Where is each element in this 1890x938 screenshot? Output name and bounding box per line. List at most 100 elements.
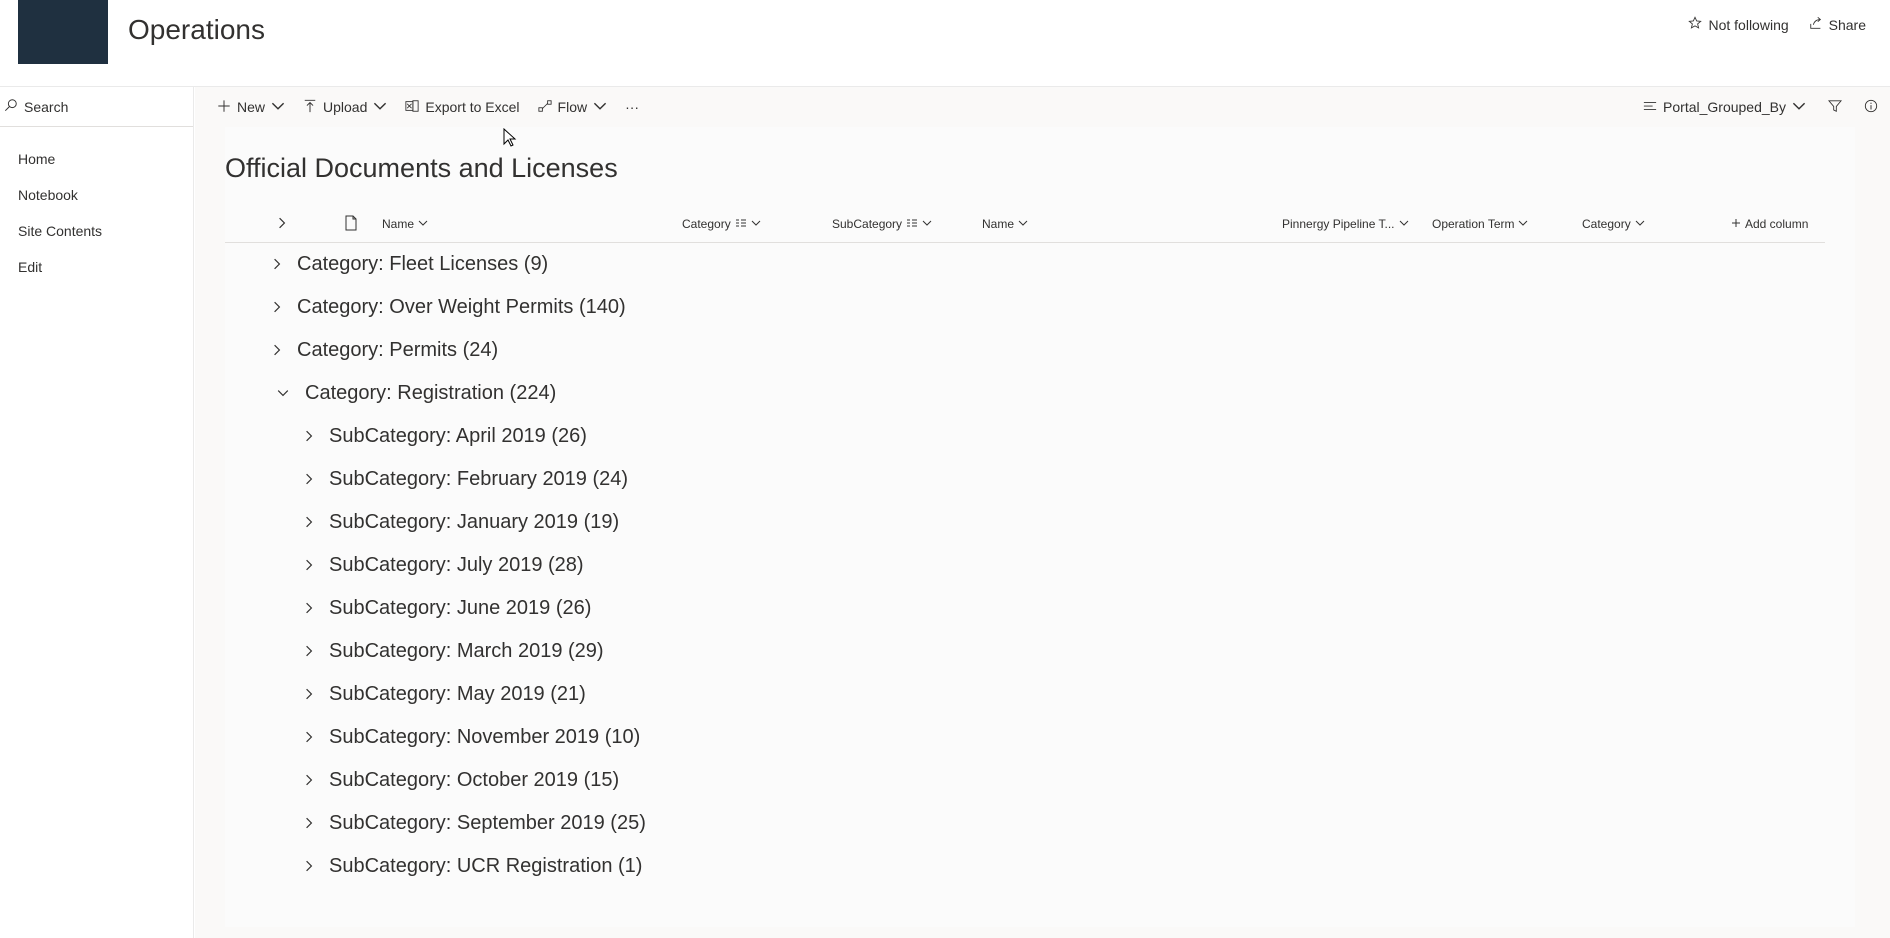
nav-item-home[interactable]: Home	[0, 141, 193, 177]
share-label: Share	[1828, 16, 1866, 33]
subgroup-header[interactable]: SubCategory: October 2019 (15)	[301, 762, 619, 798]
follow-button[interactable]: Not following	[1688, 16, 1789, 33]
nav-item-edit[interactable]: Edit	[0, 249, 193, 285]
subgroup-header[interactable]: SubCategory: February 2019 (24)	[301, 461, 628, 497]
column-name[interactable]: Name	[382, 205, 428, 243]
column-name-2-label: Name	[982, 217, 1015, 231]
plus-icon	[217, 99, 231, 116]
nav-item-site-contents[interactable]: Site Contents	[0, 213, 193, 249]
subgroup-label: SubCategory: July 2019 (28)	[329, 553, 584, 576]
subgroup-header[interactable]: SubCategory: January 2019 (19)	[301, 504, 619, 540]
subgroup-label: SubCategory: October 2019 (15)	[329, 768, 620, 791]
site-logo[interactable]	[18, 0, 108, 64]
star-icon	[1688, 16, 1703, 33]
group-label: Category: Fleet Licenses (9)	[297, 252, 549, 275]
group-header-permits[interactable]: Category: Permits (24)	[269, 332, 498, 368]
chevron-right-icon[interactable]	[301, 643, 317, 659]
subgroup-header[interactable]: SubCategory: March 2019 (29)	[301, 633, 604, 669]
chevron-right-icon	[276, 217, 288, 232]
group-header-fleet-licenses[interactable]: Category: Fleet Licenses (9)	[269, 246, 548, 282]
subgroup-header[interactable]: SubCategory: June 2019 (26)	[301, 590, 591, 626]
group-label: Category: Permits (24)	[297, 338, 499, 361]
search-input[interactable]: Search	[0, 87, 193, 127]
export-to-excel-button[interactable]: Export to Excel	[405, 91, 520, 123]
new-label: New	[237, 99, 266, 115]
document-icon	[343, 215, 359, 234]
column-pinnergy-pipeline[interactable]: Pinnergy Pipeline T...	[1282, 205, 1409, 243]
add-column-button[interactable]: Add column	[1731, 205, 1808, 243]
filter-button[interactable]	[1827, 91, 1843, 123]
flow-button[interactable]: Flow	[537, 91, 608, 123]
column-subcategory-label: SubCategory	[832, 217, 903, 231]
command-bar: New Upload Export to Excel Flow ··· Port…	[195, 87, 1890, 127]
chevron-down-icon	[922, 217, 932, 231]
chevron-right-icon[interactable]	[301, 772, 317, 788]
group-by-icon	[906, 217, 918, 231]
info-button[interactable]	[1864, 91, 1878, 123]
subgroup-label: SubCategory: April 2019 (26)	[329, 424, 587, 447]
new-button[interactable]: New	[217, 91, 285, 123]
subgroup-header[interactable]: SubCategory: UCR Registration (1)	[301, 848, 642, 884]
column-category[interactable]: Category	[682, 205, 761, 243]
group-header-registration[interactable]: Category: Registration (224)	[269, 375, 556, 411]
export-label: Export to Excel	[425, 99, 520, 115]
mouse-cursor-icon	[503, 128, 517, 147]
column-name-2[interactable]: Name	[982, 205, 1028, 243]
expand-all-toggle[interactable]	[276, 205, 288, 243]
chevron-right-icon[interactable]	[269, 256, 285, 272]
subgroup-header[interactable]: SubCategory: September 2019 (25)	[301, 805, 646, 841]
file-type-column[interactable]	[343, 205, 359, 243]
site-header: Operations Not following Share	[0, 0, 1890, 87]
chevron-right-icon[interactable]	[269, 299, 285, 315]
chevron-down-icon	[1792, 99, 1806, 116]
chevron-down-icon[interactable]	[275, 385, 291, 401]
subgroup-label: SubCategory: September 2019 (25)	[329, 811, 646, 834]
chevron-down-icon	[1399, 217, 1409, 231]
subgroup-header[interactable]: SubCategory: November 2019 (10)	[301, 719, 640, 755]
column-name-label: Name	[382, 217, 415, 231]
more-options-button[interactable]: ···	[625, 91, 639, 123]
chevron-right-icon[interactable]	[301, 858, 317, 874]
subgroup-label: SubCategory: May 2019 (21)	[329, 682, 586, 705]
follow-label: Not following	[1708, 16, 1789, 33]
column-subcategory[interactable]: SubCategory	[832, 205, 932, 243]
share-icon	[1809, 16, 1823, 33]
subgroup-label: SubCategory: UCR Registration (1)	[329, 854, 643, 877]
chevron-down-icon	[373, 99, 387, 116]
subgroup-header[interactable]: SubCategory: May 2019 (21)	[301, 676, 586, 712]
chevron-right-icon[interactable]	[301, 514, 317, 530]
search-icon	[4, 98, 18, 115]
chevron-right-icon[interactable]	[301, 729, 317, 745]
chevron-right-icon[interactable]	[301, 471, 317, 487]
nav-item-notebook[interactable]: Notebook	[0, 177, 193, 213]
column-header-row: Name Category SubCategory Name Pinnergy …	[225, 205, 1825, 243]
chevron-down-icon	[1018, 217, 1028, 231]
view-label: Portal_Grouped_By	[1663, 99, 1786, 115]
site-title[interactable]: Operations	[128, 14, 265, 46]
chevron-right-icon[interactable]	[301, 557, 317, 573]
chevron-right-icon[interactable]	[301, 600, 317, 616]
column-operation-term-label: Operation Term	[1432, 217, 1515, 231]
chevron-right-icon[interactable]	[301, 815, 317, 831]
flow-icon	[537, 99, 552, 116]
view-switcher-button[interactable]: Portal_Grouped_By	[1643, 91, 1806, 123]
subgroup-label: SubCategory: November 2019 (10)	[329, 725, 641, 748]
column-operation-term[interactable]: Operation Term	[1432, 205, 1528, 243]
upload-button[interactable]: Upload	[303, 91, 387, 123]
command-bar-right: Portal_Grouped_By	[1643, 91, 1890, 123]
main-content: New Upload Export to Excel Flow ··· Port…	[195, 87, 1890, 938]
info-icon	[1864, 99, 1878, 116]
column-category-2-label: Category	[1582, 217, 1631, 231]
chevron-down-icon	[1518, 217, 1528, 231]
share-button[interactable]: Share	[1809, 16, 1866, 33]
chevron-right-icon[interactable]	[301, 686, 317, 702]
group-header-over-weight-permits[interactable]: Category: Over Weight Permits (140)	[269, 289, 626, 325]
search-placeholder: Search	[24, 98, 69, 115]
column-category-2[interactable]: Category	[1582, 205, 1645, 243]
subgroup-header[interactable]: SubCategory: April 2019 (26)	[301, 418, 587, 454]
subgroup-label: SubCategory: February 2019 (24)	[329, 467, 629, 490]
nav-list: Home Notebook Site Contents Edit	[0, 127, 193, 285]
chevron-right-icon[interactable]	[269, 342, 285, 358]
subgroup-header[interactable]: SubCategory: July 2019 (28)	[301, 547, 584, 583]
chevron-right-icon[interactable]	[301, 428, 317, 444]
